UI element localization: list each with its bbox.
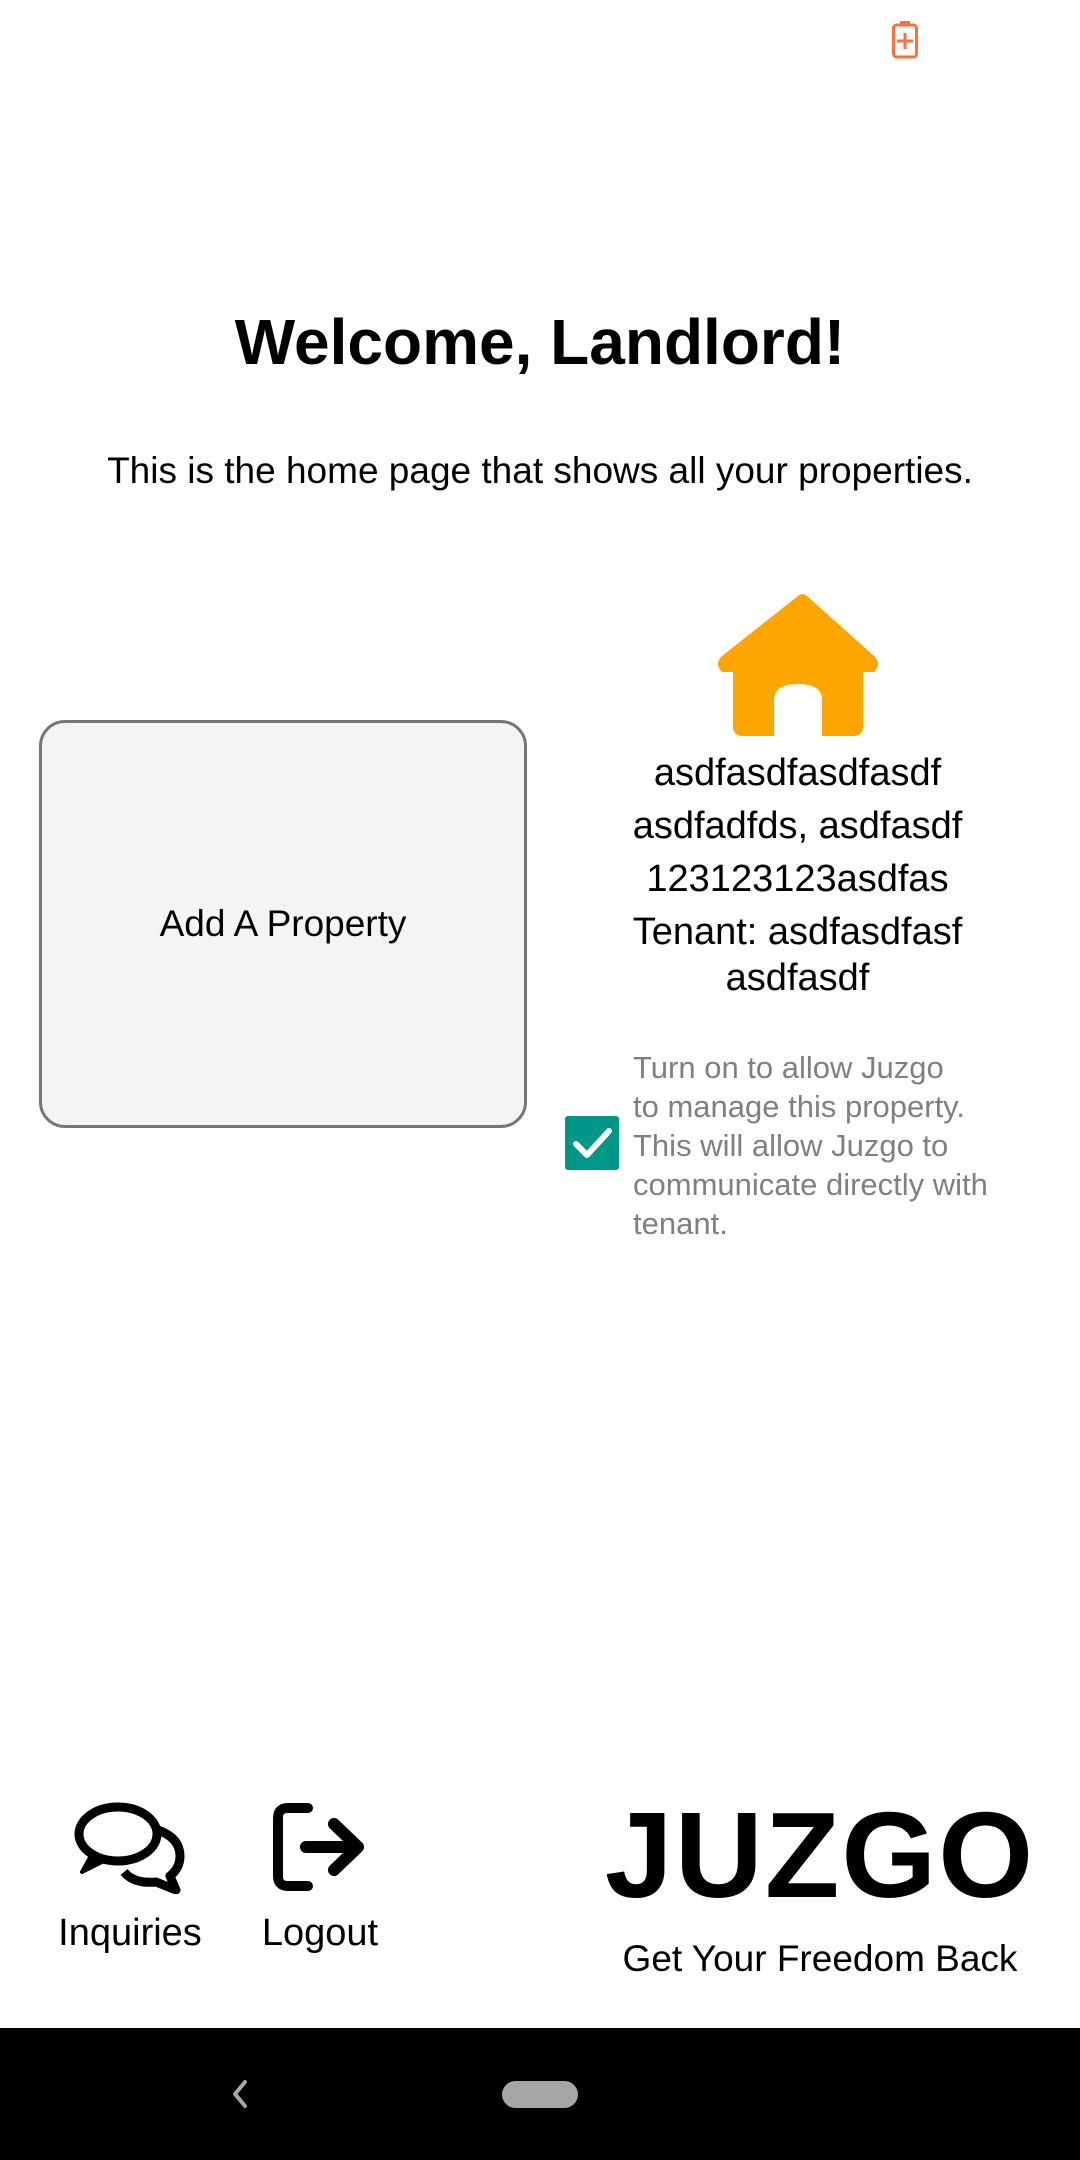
manage-property-description: Turn on to allow Juzgo to manage this pr… <box>633 1050 988 1241</box>
property-name: asdfasdfasdfasdf <box>653 752 942 794</box>
brand-tagline: Get Your Freedom Back <box>622 1938 1018 1979</box>
back-chevron-icon[interactable] <box>225 2072 255 2116</box>
add-property-button[interactable]: Add A Property <box>39 720 527 1128</box>
house-icon <box>718 594 878 736</box>
manage-property-checkbox[interactable] <box>565 1116 619 1170</box>
property-zip: 123123123asdfas <box>646 858 949 900</box>
page-subtitle: This is the home page that shows all you… <box>107 450 973 491</box>
page-title: Welcome, Landlord! <box>234 306 846 378</box>
property-tenant-extra: asdfasdf <box>725 957 870 999</box>
logout-label: Logout <box>261 1912 379 1954</box>
status-bar <box>0 0 1080 80</box>
home-pill-icon[interactable] <box>502 2081 578 2108</box>
inquiries-label: Inquiries <box>58 1912 202 1954</box>
add-property-label: Add A Property <box>159 903 407 944</box>
property-address: asdfadfds, asdfasdf <box>632 805 963 847</box>
inquiries-button[interactable]: Inquiries <box>40 1800 220 1955</box>
battery-charging-icon <box>892 21 918 59</box>
property-tenant: Tenant: asdfasdfasf <box>632 911 963 953</box>
system-navigation-bar <box>0 2028 1080 2160</box>
logout-icon <box>273 1803 364 1891</box>
checkmark-icon <box>573 1128 612 1158</box>
chat-bubbles-icon <box>74 1802 185 1894</box>
logout-button[interactable]: Logout <box>240 1800 400 1955</box>
brand-logo: JUZGO <box>604 1787 1036 1923</box>
